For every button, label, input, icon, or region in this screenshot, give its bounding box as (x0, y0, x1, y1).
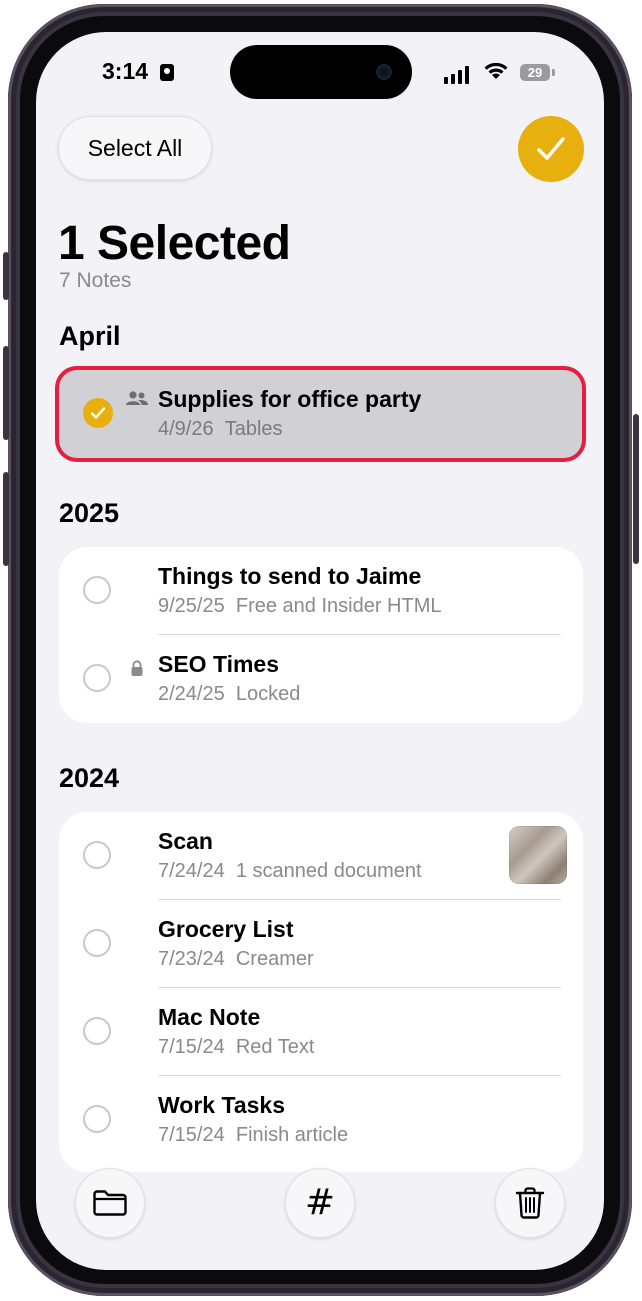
section-heading-2024: 2024 (59, 763, 120, 793)
hashtag-icon: # (304, 1182, 336, 1223)
note-subtitle: 2/24/25 Locked (158, 683, 300, 706)
note-subtitle: 7/23/24 Creamer (158, 948, 314, 971)
tag-button[interactable]: # (285, 1168, 355, 1238)
note-date: 9/25/25 (158, 595, 225, 617)
note-date: 7/24/24 (158, 860, 225, 882)
note-preview: Locked (235, 683, 301, 705)
note-title: SEO Times (158, 651, 280, 677)
select-all-button[interactable]: Select All (58, 116, 212, 180)
note-subtitle: 9/25/25 Free and Insider HTML (158, 595, 442, 618)
note-preview: Free and Insider HTML (235, 595, 442, 617)
battery-icon: 29 (520, 64, 550, 81)
note-title: Grocery List (158, 916, 294, 942)
lock-icon (131, 660, 143, 676)
select-circle[interactable] (83, 664, 111, 692)
select-circle[interactable] (83, 1105, 111, 1133)
note-row[interactable]: Scan 7/24/24 1 scanned document (59, 812, 583, 900)
power-button (633, 414, 639, 564)
camera-icon (376, 64, 392, 80)
note-date: 7/15/24 (158, 1036, 225, 1058)
trash-icon (515, 1187, 545, 1219)
select-circle[interactable] (83, 1017, 111, 1045)
folder-icon (93, 1190, 127, 1216)
section-heading-april: April (59, 321, 121, 351)
status-time: 3:14 (102, 58, 149, 84)
note-preview: 1 scanned document (235, 860, 422, 882)
done-button[interactable] (518, 116, 584, 182)
note-row[interactable]: SEO Times 2/24/25 Locked (59, 635, 583, 723)
shared-people-icon (126, 391, 148, 405)
page-title: 1 Selected (58, 217, 291, 270)
screen: 3:14 29 Select All 1 Selected 7 Notes Ap… (36, 32, 604, 1270)
note-preview: Creamer (235, 948, 314, 970)
note-title: Scan (158, 828, 213, 854)
note-row[interactable]: Mac Note 7/15/24 Red Text (59, 988, 583, 1076)
wifi-icon (484, 62, 508, 79)
notes-count: 7 Notes (59, 269, 132, 292)
section-heading-2025: 2025 (59, 498, 120, 528)
note-title: Things to send to Jaime (158, 563, 422, 589)
notes-group-2025: Things to send to Jaime 9/25/25 Free and… (59, 547, 583, 723)
note-date: 7/23/24 (158, 948, 225, 970)
note-preview: Tables (224, 418, 283, 440)
delete-button[interactable] (495, 1168, 565, 1238)
scan-thumbnail (509, 826, 567, 884)
select-circle[interactable] (83, 576, 111, 604)
selected-checkmark-icon[interactable] (83, 398, 113, 428)
note-subtitle: 7/15/24 Red Text (158, 1036, 314, 1059)
note-title: Work Tasks (158, 1092, 285, 1118)
note-row[interactable]: Work Tasks 7/15/24 Finish article (59, 1076, 583, 1164)
note-title: Supplies for office party (158, 386, 422, 412)
note-subtitle: 7/24/24 1 scanned document (158, 860, 422, 883)
note-preview: Finish article (235, 1124, 349, 1146)
dynamic-island (230, 45, 412, 99)
contact-card-icon (160, 64, 174, 81)
note-row-selected[interactable]: Supplies for office party 4/9/26 Tables (59, 370, 582, 458)
note-title: Mac Note (158, 1004, 261, 1030)
note-preview: Red Text (235, 1036, 315, 1058)
note-date: 7/15/24 (158, 1124, 225, 1146)
notes-group-2024: Scan 7/24/24 1 scanned document Grocery … (59, 812, 583, 1172)
action-button (3, 252, 9, 300)
volume-down-button (3, 472, 9, 566)
note-subtitle: 4/9/26 Tables (158, 418, 283, 441)
note-date: 4/9/26 (158, 418, 214, 440)
cellular-signal-icon (444, 66, 472, 84)
note-row[interactable]: Things to send to Jaime 9/25/25 Free and… (59, 547, 583, 635)
move-to-folder-button[interactable] (75, 1168, 145, 1238)
note-date: 2/24/25 (158, 683, 225, 705)
select-circle[interactable] (83, 841, 111, 869)
note-row[interactable]: Grocery List 7/23/24 Creamer (59, 900, 583, 988)
volume-up-button (3, 346, 9, 440)
select-circle[interactable] (83, 929, 111, 957)
checkmark-icon (537, 137, 565, 160)
note-subtitle: 7/15/24 Finish article (158, 1124, 348, 1147)
battery-tip (552, 69, 555, 76)
